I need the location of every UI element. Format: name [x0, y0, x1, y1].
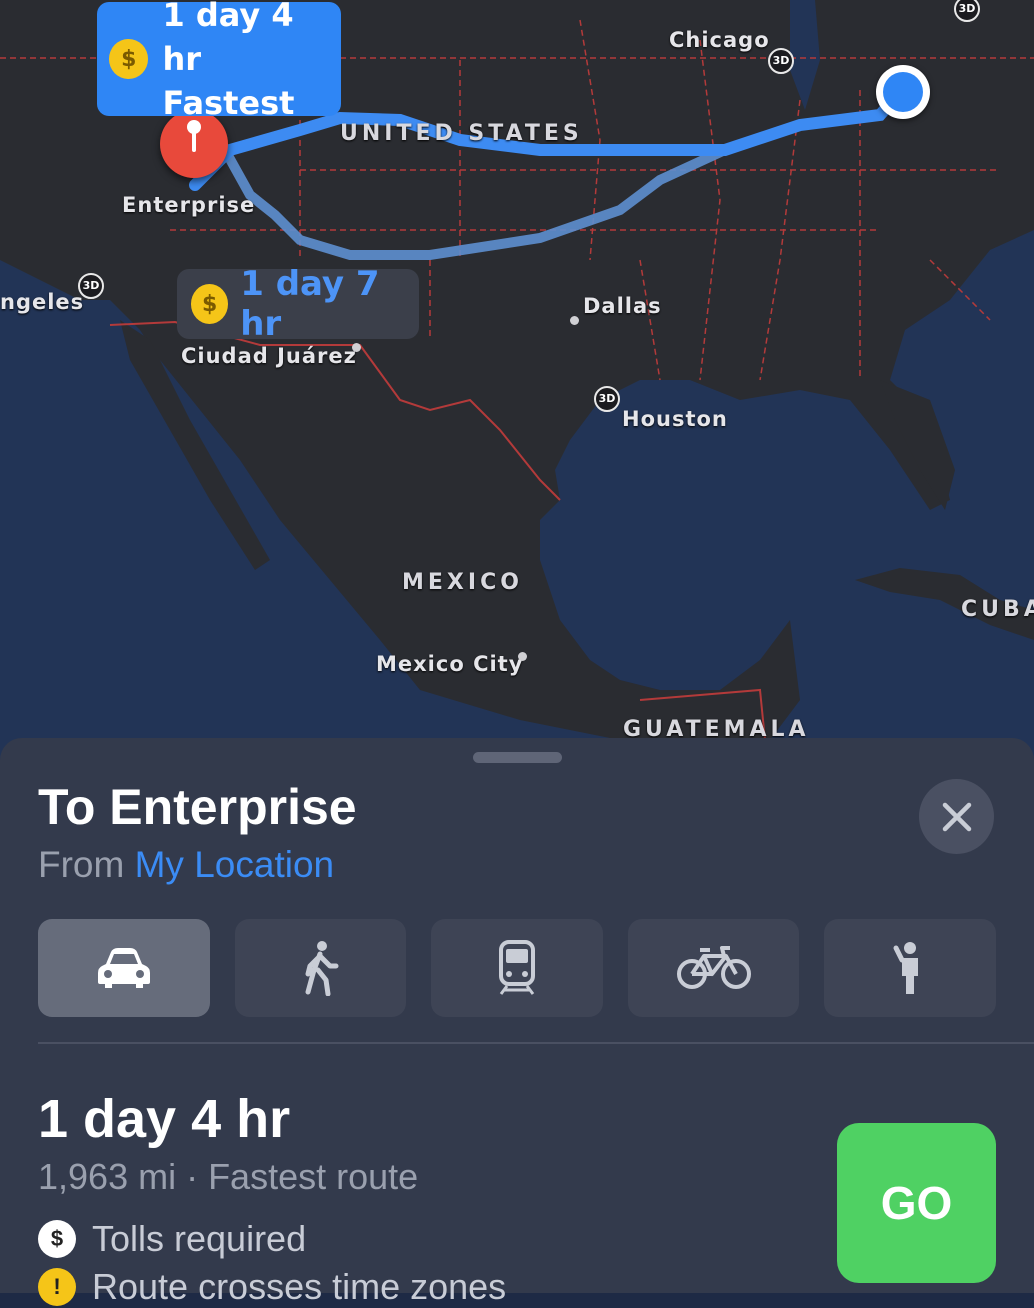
bicycle-icon [676, 946, 751, 989]
section-divider [38, 1042, 1034, 1044]
current-location-dot [883, 72, 923, 112]
rideshare-icon [893, 942, 919, 994]
city-dot-dallas [570, 316, 579, 325]
country-label-mexico: MEXICO [402, 570, 523, 595]
close-button[interactable] [919, 779, 994, 854]
train-icon [498, 940, 535, 995]
mode-transit-button[interactable] [431, 919, 603, 1017]
country-label-cuba: CUBA [961, 597, 1034, 622]
city-label-enterprise[interactable]: Enterprise [122, 193, 255, 217]
primary-route-tag: Fastest [162, 84, 295, 122]
origin-line: From My Location [38, 844, 334, 886]
car-icon [97, 948, 150, 988]
city-label-los-angeles[interactable]: ngeles [0, 290, 84, 314]
toll-coin-icon: $ [109, 39, 149, 79]
city-label-ciudad-juarez[interactable]: Ciudad Juárez [181, 344, 357, 368]
map-view[interactable]: Chicago Enterprise ngeles Dallas Ciudad … [0, 0, 1034, 760]
toll-icon: $ [38, 1220, 76, 1258]
mode-ride-button[interactable] [824, 919, 996, 1017]
from-label: From [38, 844, 125, 885]
primary-route-callout[interactable]: $ 1 day 4 hr Fastest [97, 0, 341, 122]
destination-title: To Enterprise [38, 779, 357, 835]
timezone-note: ! Route crosses time zones [38, 1266, 506, 1308]
city-label-houston[interactable]: Houston [622, 407, 728, 431]
warning-icon: ! [38, 1268, 76, 1306]
go-button[interactable]: GO [837, 1123, 996, 1283]
close-icon [942, 802, 971, 831]
3d-badge-icon[interactable]: 3D [78, 273, 104, 299]
country-label-united-states: UNITED STATES [340, 121, 583, 146]
toll-note: $ Tolls required [38, 1218, 306, 1260]
mode-drive-button[interactable] [38, 919, 210, 1017]
current-location-icon[interactable] [876, 65, 930, 119]
origin-link[interactable]: My Location [135, 844, 335, 885]
toll-coin-icon: $ [191, 284, 229, 324]
city-label-mexico-city[interactable]: Mexico City [376, 652, 523, 676]
alternate-route-duration: 1 day 7 hr [240, 264, 380, 344]
timezone-note-text: Route crosses time zones [92, 1266, 507, 1307]
mode-cycle-button[interactable] [627, 919, 800, 1017]
transport-mode-selector [38, 919, 996, 1017]
city-dot-ciudad-juarez [352, 343, 361, 352]
city-label-chicago[interactable]: Chicago [669, 28, 770, 52]
sheet-grabber[interactable] [473, 752, 562, 763]
alternate-route-callout[interactable]: $ 1 day 7 hr [177, 264, 419, 344]
primary-route-duration: 1 day 4 hr [162, 0, 294, 78]
directions-sheet: To Enterprise From My Location 1 day 4 h… [0, 738, 1034, 1307]
mode-walk-button[interactable] [234, 919, 407, 1017]
route-details: 1,963 mi · Fastest route [38, 1156, 419, 1197]
city-dot-mexico-city [518, 652, 527, 661]
toll-note-text: Tolls required [92, 1218, 307, 1259]
route-eta: 1 day 4 hr [38, 1089, 291, 1149]
3d-badge-icon[interactable]: 3D [594, 386, 620, 412]
primary-route-callout-text: 1 day 4 hr Fastest [162, 0, 341, 125]
city-label-dallas[interactable]: Dallas [583, 294, 662, 318]
walking-icon [305, 941, 339, 996]
3d-badge-icon[interactable]: 3D [768, 48, 794, 74]
